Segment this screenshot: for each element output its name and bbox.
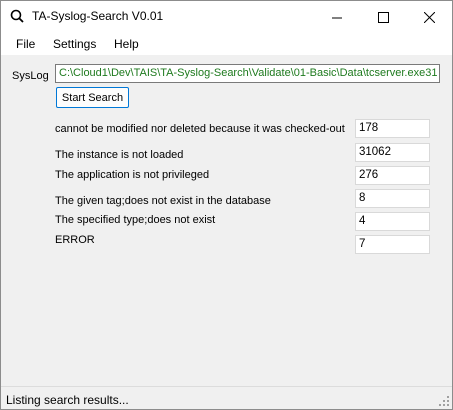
title-bar[interactable]: TA-Syslog-Search V0.01 [1, 1, 452, 33]
result-label: The given tag;does not exist in the data… [55, 195, 271, 207]
close-icon [423, 11, 435, 23]
menu-help[interactable]: Help [114, 37, 139, 51]
result-count[interactable]: 31062 [355, 143, 430, 162]
menu-bar: File Settings Help [1, 33, 452, 55]
menu-settings[interactable]: Settings [53, 37, 96, 51]
result-count[interactable]: 276 [355, 166, 430, 185]
result-count[interactable]: 178 [355, 119, 430, 138]
menu-file[interactable]: File [16, 37, 35, 51]
result-label: ERROR [55, 234, 95, 246]
result-count[interactable]: 4 [355, 212, 430, 231]
minimize-icon [331, 17, 342, 18]
maximize-button[interactable] [360, 1, 406, 33]
minimize-button[interactable] [314, 1, 360, 33]
result-count[interactable]: 8 [355, 189, 430, 208]
search-icon [10, 9, 24, 23]
start-search-button[interactable]: Start Search [56, 87, 129, 108]
result-count[interactable]: 7 [355, 235, 430, 254]
close-button[interactable] [406, 1, 452, 33]
resize-grip-icon[interactable] [439, 396, 449, 406]
status-bar: Listing search results... [1, 386, 452, 409]
status-text: Listing search results... [6, 393, 129, 407]
syslog-label: SysLog [12, 70, 49, 82]
result-label: cannot be modified nor deleted because i… [55, 123, 345, 135]
window-title: TA-Syslog-Search V0.01 [32, 9, 164, 23]
syslog-path-value: C:\Cloud1\Dev\TAIS\TA-Syslog-Search\Vali… [59, 67, 438, 79]
maximize-icon [377, 11, 389, 23]
result-label: The specified type;does not exist [55, 214, 216, 226]
result-label: The instance is not loaded [55, 149, 184, 161]
syslog-path-field[interactable]: C:\Cloud1\Dev\TAIS\TA-Syslog-Search\Vali… [55, 64, 440, 83]
app-window: TA-Syslog-Search V0.01 File Settings Hel… [0, 0, 453, 410]
result-label: The application is not privileged [55, 169, 210, 181]
